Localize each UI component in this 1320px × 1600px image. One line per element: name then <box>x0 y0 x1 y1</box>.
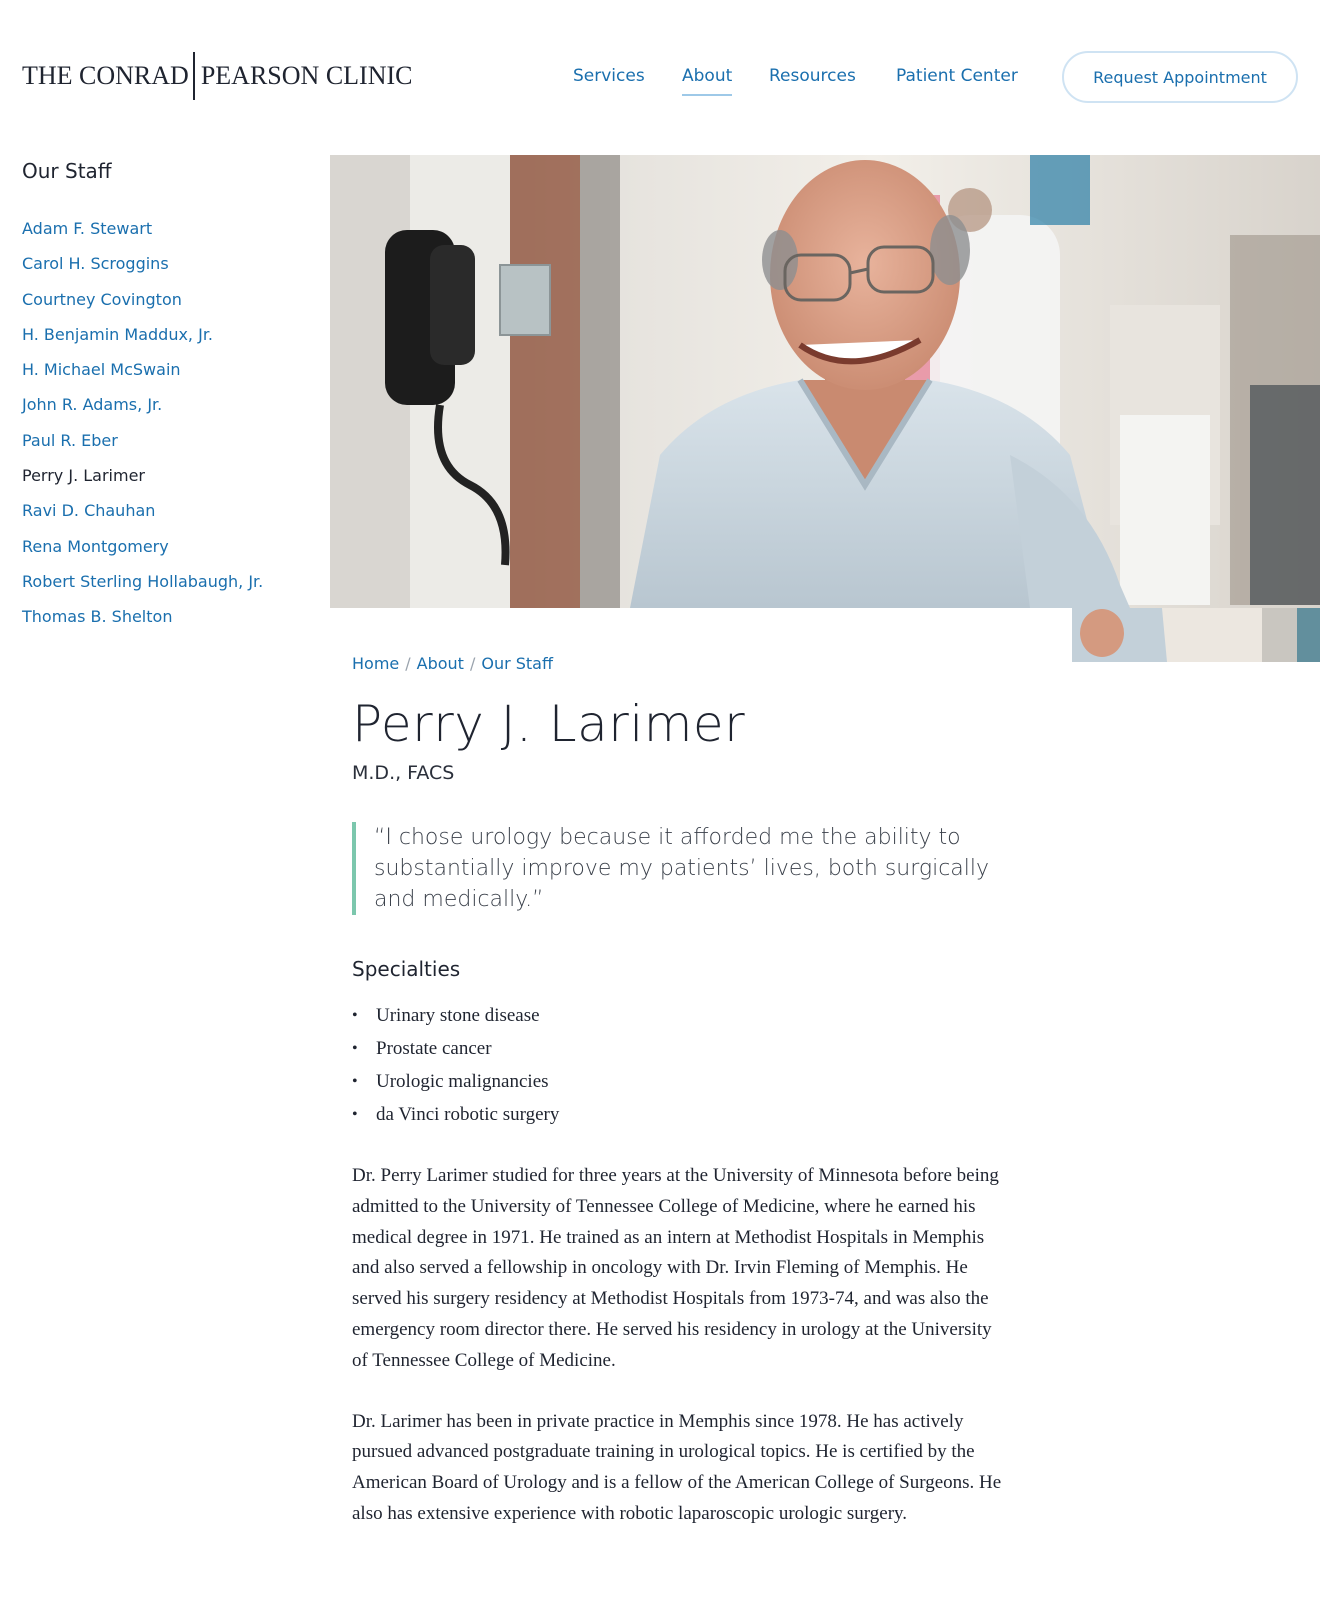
doctor-photo <box>330 155 1320 608</box>
sidebar-title: Our Staff <box>22 159 112 183</box>
bio-paragraph: Dr. Perry Larimer studied for three year… <box>352 1165 999 1371</box>
nav-about[interactable]: About <box>682 60 733 96</box>
staff-link[interactable]: Paul R. Eber <box>22 423 322 458</box>
specialty-item: Urologic malignancies <box>352 1065 1012 1098</box>
staff-link[interactable]: H. Michael McSwain <box>22 352 322 387</box>
specialty-item: da Vinci robotic surgery <box>352 1098 1012 1131</box>
specialty-item: Urinary stone disease <box>352 999 1012 1032</box>
site-header: THE CONRAD PEARSON CLINIC Services About… <box>0 0 1320 150</box>
staff-list: Adam F. Stewart Carol H. Scroggins Court… <box>22 211 322 635</box>
clinic-logo[interactable]: THE CONRAD PEARSON CLINIC <box>22 52 412 100</box>
page-title: Perry J. Larimer <box>352 695 746 753</box>
specialty-item: Prostate cancer <box>352 1032 1012 1065</box>
staff-link[interactable]: Robert Sterling Hollabaugh, Jr. <box>22 564 322 599</box>
logo-divider <box>192 52 195 100</box>
specialties-heading: Specialties <box>352 957 461 981</box>
logo-text-right: PEARSON CLINIC <box>200 61 413 90</box>
logo-text-left: THE CONRAD <box>22 61 189 90</box>
credentials: M.D., FACS <box>352 762 455 784</box>
staff-link[interactable]: Courtney Covington <box>22 282 322 317</box>
profile-content: Home / About / Our Staff Perry J. Larimer M.… <box>352 650 1012 1530</box>
bio-paragraph: Dr. Larimer has been in private practice… <box>352 1410 1002 1524</box>
doctor-quote: “I chose urology because it afforded me … <box>352 822 1012 915</box>
nav-resources[interactable]: Resources <box>769 60 856 92</box>
breadcrumb: Home / About / Our Staff <box>352 650 1012 678</box>
request-appointment-button[interactable]: Request Appointment <box>1062 51 1298 103</box>
breadcrumb-about[interactable]: About <box>417 654 464 673</box>
staff-link[interactable]: Rena Montgomery <box>22 529 322 564</box>
doctor-photo-tail <box>1072 608 1320 662</box>
staff-link[interactable]: John R. Adams, Jr. <box>22 387 322 422</box>
nav-patient-center[interactable]: Patient Center <box>896 60 1018 92</box>
staff-link-current: Perry J. Larimer <box>22 466 145 486</box>
nav-services[interactable]: Services <box>573 60 645 92</box>
staff-link[interactable]: Carol H. Scroggins <box>22 246 322 281</box>
breadcrumb-our-staff[interactable]: Our Staff <box>481 654 553 673</box>
breadcrumb-separator: / <box>469 654 476 673</box>
staff-link[interactable]: Adam F. Stewart <box>22 211 322 246</box>
specialties-list: Urinary stone disease Prostate cancer Ur… <box>352 999 1012 1131</box>
staff-link[interactable]: Ravi D. Chauhan <box>22 493 322 528</box>
staff-link[interactable]: H. Benjamin Maddux, Jr. <box>22 317 322 352</box>
staff-link[interactable]: Thomas B. Shelton <box>22 599 322 634</box>
breadcrumb-home[interactable]: Home <box>352 654 399 673</box>
staff-sidebar: Our Staff Adam F. Stewart Carol H. Scrog… <box>22 155 322 635</box>
breadcrumb-separator: / <box>405 654 411 673</box>
